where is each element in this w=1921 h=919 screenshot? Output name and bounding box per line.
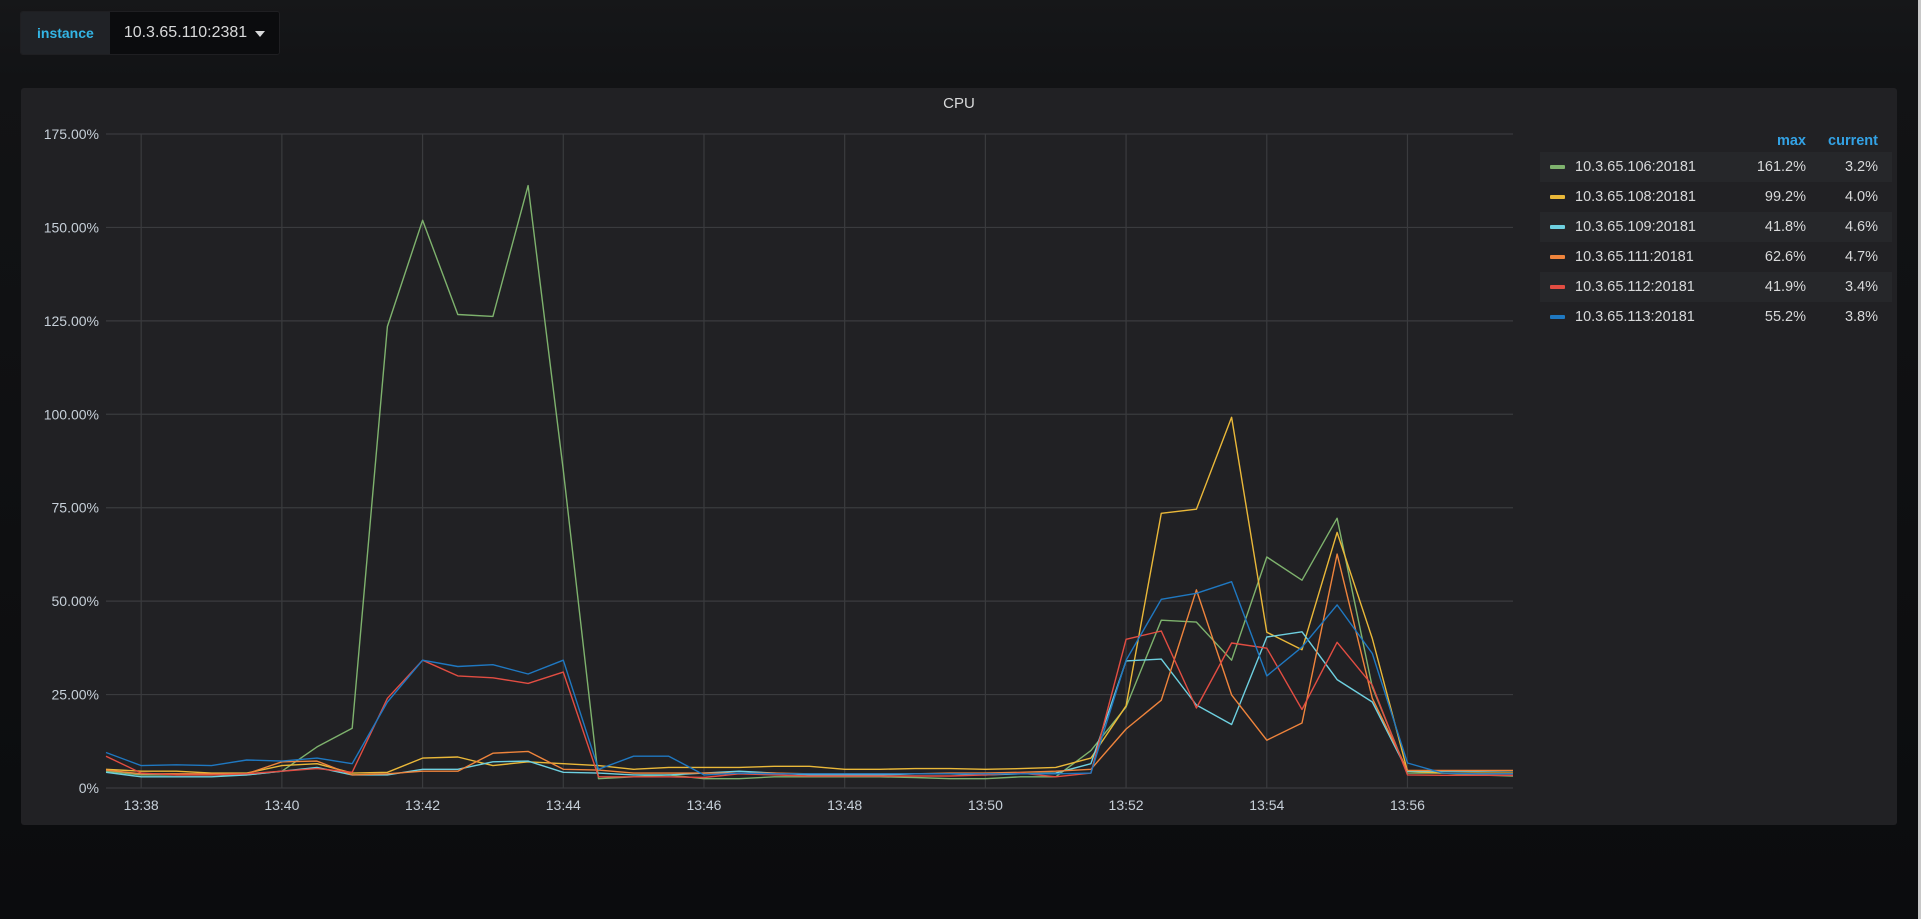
y-tick-label: 50.00% [52,593,99,609]
legend-series-name[interactable]: 10.3.65.109:20181 [1575,219,1736,235]
legend-max-value: 62.6% [1764,249,1806,265]
variable-selector: instance 10.3.65.110:2381 [20,11,281,55]
legend-item[interactable]: 10.3.65.108:20181 99.2% 4.0% [1540,182,1892,212]
instance-value: 10.3.65.110:2381 [123,24,248,41]
legend-current-value: 3.4% [1844,279,1878,295]
legend-item[interactable]: 10.3.65.111:20181 62.6% 4.7% [1540,242,1892,272]
x-tick-label: 13:50 [968,797,1003,813]
y-tick-label: 25.00% [52,687,99,703]
series-line-10-3-65-111-20181[interactable] [105,553,1513,776]
instance-dropdown[interactable]: 10.3.65.110:2381 [109,12,280,54]
y-tick-label: 0% [79,780,99,796]
legend-header: max current [1540,130,1892,152]
legend-series-name[interactable]: 10.3.65.112:20181 [1575,279,1736,295]
legend-current-value: 4.7% [1844,249,1878,265]
series-line-10-3-65-109-20181[interactable] [105,631,1514,778]
x-tick-label: 13:40 [264,797,299,813]
x-tick-label: 13:44 [546,797,581,813]
x-tick-label: 13:46 [686,797,721,813]
y-tick-label: 75.00% [52,500,99,516]
legend-max-value: 55.2% [1764,309,1806,325]
y-tick-label: 100.00% [44,406,99,422]
legend-series-name[interactable]: 10.3.65.111:20181 [1575,249,1736,265]
legend-current-value: 3.8% [1844,309,1878,325]
legend-max-value: 161.2% [1756,159,1806,175]
series-line-10-3-65-108-20181[interactable] [105,416,1513,774]
legend-max-value: 41.9% [1764,279,1806,295]
legend-current-value: 4.0% [1844,189,1878,205]
series-line-10-3-65-112-20181[interactable] [105,630,1513,779]
series-color-swatch[interactable] [1550,195,1565,199]
x-tick-label: 13:54 [1249,797,1284,813]
x-tick-label: 13:56 [1390,797,1425,813]
legend-item[interactable]: 10.3.65.112:20181 41.9% 3.4% [1540,272,1892,302]
legend-item[interactable]: 10.3.65.109:20181 41.8% 4.6% [1540,212,1892,242]
legend-current-value: 4.6% [1844,219,1878,235]
x-tick-label: 13:52 [1109,797,1144,813]
cpu-chart[interactable]: 0% 25.00% 50.00% 75.00% 100.00% 125.00% 150.00… [21,88,1521,825]
series-color-swatch[interactable] [1550,165,1565,169]
legend-series-name[interactable]: 10.3.65.113:20181 [1575,309,1736,325]
legend: max current 10.3.65.106:20181 161.2% 3.2% 1… [1540,130,1892,332]
legend-max-value: 99.2% [1764,189,1806,205]
x-tick-label: 13:48 [827,797,862,813]
cpu-panel: CPU 0% 25.00% 50.00% 75.00% 100.00% 125.00% 15… [21,88,1897,825]
y-tick-label: 125.00% [44,313,99,329]
y-tick-label: 175.00% [44,126,99,142]
series-color-swatch[interactable] [1550,255,1565,259]
x-tick-label: 13:38 [124,797,159,813]
series-color-swatch[interactable] [1550,225,1565,229]
series-line-10-3-65-113-20181[interactable] [105,581,1513,776]
caret-down-icon [255,31,266,37]
legend-series-name[interactable]: 10.3.65.106:20181 [1575,159,1736,175]
legend-current-header[interactable]: current [1806,133,1878,149]
series-color-swatch[interactable] [1550,285,1565,289]
legend-max-header[interactable]: max [1736,133,1806,149]
variable-label: instance [21,12,110,54]
series-color-swatch[interactable] [1550,315,1565,319]
legend-current-value: 3.2% [1844,159,1878,175]
legend-series-name[interactable]: 10.3.65.108:20181 [1575,189,1736,205]
x-tick-label: 13:42 [405,797,440,813]
legend-item[interactable]: 10.3.65.106:20181 161.2% 3.2% [1540,152,1892,182]
y-tick-label: 150.00% [44,219,99,235]
series-line-10-3-65-106-20181[interactable] [105,184,1514,780]
legend-item[interactable]: 10.3.65.113:20181 55.2% 3.8% [1540,302,1892,332]
legend-max-value: 41.8% [1764,219,1806,235]
